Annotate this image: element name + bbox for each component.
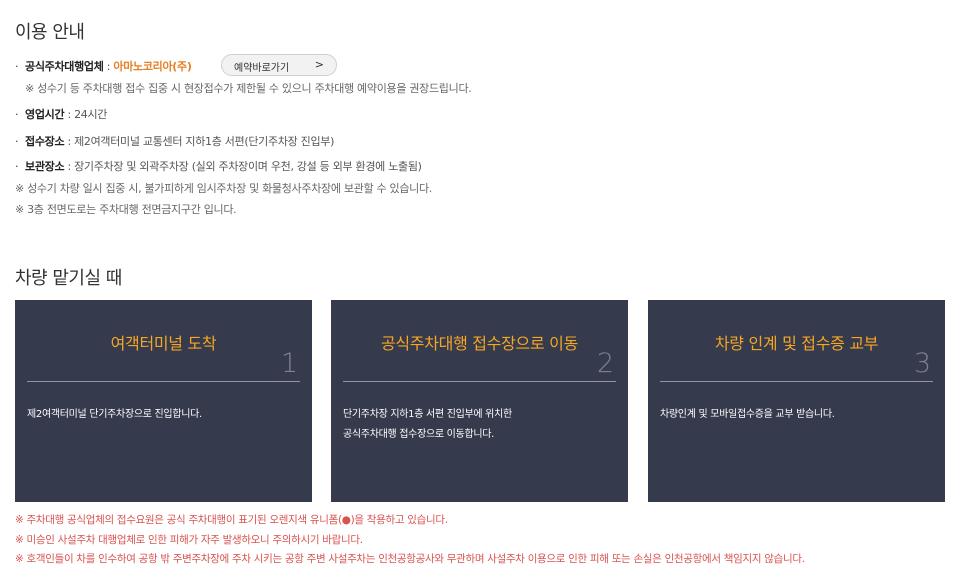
step-card-desc-line1: 단기주차장 지하1층 서편 진입부에 위치한 <box>343 409 512 420</box>
step-card-2: 공식주차대행 접수장으로 이동 2 단기주차장 지하1층 서편 진입부에 위치한… <box>331 300 628 502</box>
step-card-divider <box>27 381 300 382</box>
reception-row: · 접수장소 : 제2여객터미널 교통센터 지하1층 서편(단기주차장 진입부) <box>15 133 334 149</box>
reservation-shortcut-button[interactable]: 예약바로가기 > <box>221 54 337 76</box>
step-card-number: 1 <box>280 348 298 379</box>
storage-row: · 보관장소 : 장기주차장 및 외곽주차장 (실외 주차장이며 우천, 강설 등… <box>15 158 422 174</box>
step-card-number: 3 <box>913 348 931 379</box>
step-card-title: 여객터미널 도착 <box>110 334 217 353</box>
step-card-divider <box>343 381 616 382</box>
storage-note-2: ※ 3층 전면도로는 주차대행 전면금지구간 입니다. <box>15 203 237 216</box>
step-card-desc-line1: 제2여객터미널 단기주차장으로 진입합니다. <box>27 409 202 420</box>
reservation-button-label: 예약바로가기 <box>234 63 290 74</box>
bullet-dot: · <box>15 60 19 73</box>
step-card-3: 차량 인계 및 접수증 교부 3 차량인계 및 모바일접수증을 교부 받습니다. <box>648 300 945 502</box>
storage-label: 보관장소 <box>25 160 65 173</box>
official-operator-row: · 공식주차대행업체 : 아마노코리아(주) <box>15 58 192 74</box>
step-card-desc-line1: 차량인계 및 모바일접수증을 교부 받습니다. <box>660 409 835 420</box>
hours-label: 영업시간 <box>25 108 65 121</box>
official-operator-label: 공식주차대행업체 <box>25 60 104 73</box>
step-card-title: 차량 인계 및 접수증 교부 <box>714 334 879 353</box>
bullet-dot: · <box>15 135 19 148</box>
step-card-description: 제2여객터미널 단기주차장으로 진입합니다. <box>27 405 202 425</box>
bullet-dot: · <box>15 160 19 173</box>
warning-unauthorized: ※ 미승인 사설주차 대행업체로 인한 피해가 자주 발생하오니 주의하시기 바… <box>15 534 363 546</box>
reception-label: 접수장소 <box>25 135 65 148</box>
bullet-dot: · <box>15 108 19 121</box>
step-card-1: 여객터미널 도착 1 제2여객터미널 단기주차장으로 진입합니다. <box>15 300 312 502</box>
warning-private-parking: ※ 호객인들이 차를 인수하여 공항 밖 주변주차장에 주차 시키는 공항 주변… <box>15 553 805 565</box>
storage-note-1: ※ 성수기 차량 일시 집중 시, 불가피하게 임시주차장 및 화물청사주차장에… <box>15 182 433 195</box>
separator: : <box>103 60 114 73</box>
hours-value: : 24시간 <box>64 108 108 121</box>
warning-uniform: ※ 주차대행 공식업체의 접수요원은 공식 주차대행이 표기된 오렌지색 유니폼… <box>15 514 448 526</box>
reception-value: : 제2여객터미널 교통센터 지하1층 서편(단기주차장 진입부) <box>64 135 335 148</box>
step-card-description: 단기주차장 지하1층 서편 진입부에 위치한 공식주차대행 접수장으로 이동합니… <box>343 405 512 445</box>
section-title-usage: 이용 안내 <box>15 22 85 43</box>
step-card-desc-line2: 공식주차대행 접수장으로 이동합니다. <box>343 429 495 440</box>
step-card-number: 2 <box>596 348 614 379</box>
step-card-title: 공식주차대행 접수장으로 이동 <box>380 334 579 353</box>
reservation-note: ※ 성수기 등 주차대행 접수 집중 시 현장접수가 제한될 수 있으니 주차대… <box>25 82 472 95</box>
step-card-divider <box>660 381 933 382</box>
official-operator-name: 아마노코리아(주) <box>113 60 192 73</box>
chevron-right-icon: > <box>314 58 324 71</box>
step-card-description: 차량인계 및 모바일접수증을 교부 받습니다. <box>660 405 835 425</box>
storage-value: : 장기주차장 및 외곽주차장 (실외 주차장이며 우천, 강설 등 외부 환경… <box>64 160 422 173</box>
hours-row: · 영업시간 : 24시간 <box>15 106 107 122</box>
section-title-dropoff: 차량 맡기실 때 <box>15 268 122 289</box>
